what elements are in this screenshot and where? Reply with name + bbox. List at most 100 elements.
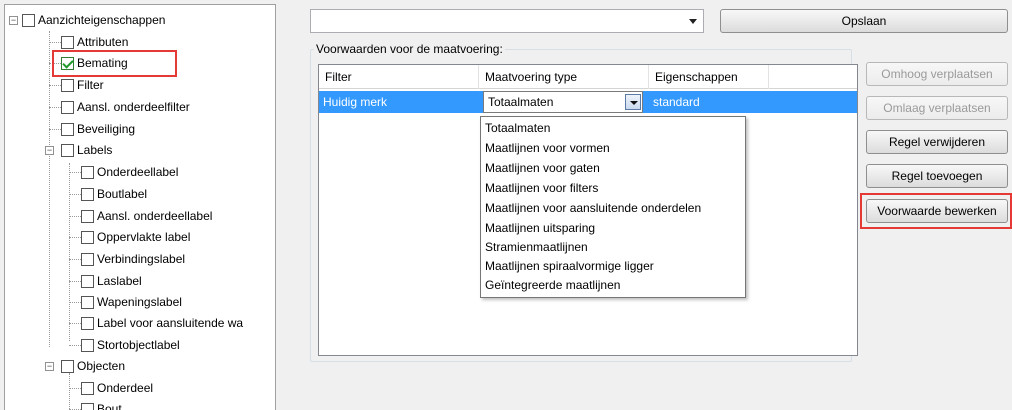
tree-node-label: Aansl. onderdeelfilter [77, 100, 190, 114]
checkbox-icon[interactable] [81, 165, 94, 179]
checkbox-icon[interactable] [81, 295, 94, 309]
dropdown-option[interactable]: Maatlijnen voor aansluitende onderdelen [481, 199, 745, 218]
checkbox-icon[interactable] [61, 359, 74, 373]
dropdown-arrow-icon[interactable] [625, 94, 641, 110]
grid-header: Filter Maatvoering type Eigenschappen [319, 65, 857, 89]
add-rule-button[interactable]: Regel toevoegen [866, 164, 1008, 188]
checkbox-icon[interactable] [81, 402, 94, 410]
tree-node-label: Labels [77, 143, 113, 157]
tree-node-bout[interactable]: Bout [81, 399, 122, 410]
tree-line [69, 302, 81, 303]
checkbox-icon[interactable] [61, 78, 74, 92]
chevron-down-icon[interactable] [689, 19, 697, 24]
tree-node-filter[interactable]: Filter [61, 75, 104, 95]
tree-node-label: Boutlabel [97, 187, 148, 201]
cell-properties[interactable]: standard [649, 91, 769, 113]
tree-node-aansl-onderdeelfilter[interactable]: Aansl. onderdeelfilter [61, 97, 190, 117]
tree-node-objecten[interactable]: Objecten [61, 356, 125, 376]
tree-line [49, 42, 61, 43]
tree-line [69, 237, 81, 238]
checkbox-icon[interactable] [81, 187, 94, 201]
dropdown-option[interactable]: Maatlijnen spiraalvormige ligger [481, 257, 745, 276]
dropdown-option[interactable]: Totaalmaten [481, 119, 745, 138]
tree-line [49, 31, 50, 347]
dropdown-option[interactable]: Maatlijnen uitsparing [481, 219, 745, 238]
conditions-group-title: Voorwaarden voor de maatvoering: [314, 42, 505, 56]
tree-node-label: Wapeningslabel [97, 295, 182, 309]
tree-node-labels[interactable]: Labels [61, 140, 112, 160]
tree-line [69, 172, 81, 173]
table-row[interactable]: Huidig merk Totaalmaten standard [319, 91, 857, 113]
tree-line [69, 345, 81, 346]
tree-line [69, 388, 81, 389]
tree-node-root[interactable]: Aanzichteigenschappen [22, 10, 165, 30]
tree-node-attributen[interactable]: Attributen [61, 32, 128, 52]
dropdown-option[interactable]: Maatlijnen voor filters [481, 179, 745, 198]
move-down-button[interactable]: Omlaag verplaatsen [866, 96, 1008, 120]
tree-line [69, 323, 81, 324]
tree-node-beveiliging[interactable]: Beveiliging [61, 119, 135, 139]
type-combo-value: Totaalmaten [488, 95, 554, 109]
tree-node-oppervlakte-label[interactable]: Oppervlakte label [81, 227, 190, 247]
tree-node-onderdeellabel[interactable]: Onderdeellabel [81, 162, 178, 182]
checkbox-icon[interactable] [81, 274, 94, 288]
checkbox-icon[interactable] [22, 13, 35, 27]
tree-node-onderdeel[interactable]: Onderdeel [81, 378, 153, 398]
tree-node-laslabel[interactable]: Laslabel [81, 271, 142, 291]
settings-combo[interactable] [310, 9, 704, 33]
collapse-icon[interactable]: − [9, 16, 18, 25]
tree-line [69, 194, 81, 195]
tree-node-label: Onderdeellabel [97, 165, 179, 179]
tree-line [69, 216, 81, 217]
type-dropdown-list[interactable]: Totaalmaten Maatlijnen voor vormen Maatl… [480, 116, 746, 298]
tree-line [69, 163, 70, 341]
cell-filter[interactable]: Huidig merk [319, 91, 479, 113]
tree-line [69, 373, 70, 410]
dropdown-option[interactable]: Maatlijnen voor gaten [481, 159, 745, 178]
tree-line [49, 85, 61, 86]
tree-node-label-aansluitende[interactable]: Label voor aansluitende wa [81, 313, 243, 333]
checkbox-icon[interactable] [81, 209, 94, 223]
dropdown-option[interactable]: Maatlijnen voor vormen [481, 139, 745, 158]
tree-node-stortobjectlabel[interactable]: Stortobjectlabel [81, 335, 180, 355]
checkbox-icon[interactable] [61, 35, 74, 49]
checkbox-icon[interactable] [61, 143, 74, 157]
collapse-icon[interactable]: − [45, 146, 54, 155]
checkbox-icon[interactable] [81, 381, 94, 395]
checkbox-icon[interactable] [61, 122, 74, 136]
tree-node-label: Beveiliging [77, 122, 136, 136]
tree-node-label: Onderdeel [97, 381, 154, 395]
tree-node-label: Aansl. onderdeellabel [97, 209, 213, 223]
column-header-properties[interactable]: Eigenschappen [649, 65, 769, 89]
tree-node-verbindingslabel[interactable]: Verbindingslabel [81, 249, 185, 269]
collapse-icon[interactable]: − [45, 362, 54, 371]
checkbox-icon[interactable] [81, 338, 94, 352]
tree-node-label: Label voor aansluitende wa [97, 316, 244, 330]
dropdown-option[interactable]: Stramienmaatlijnen [481, 238, 745, 257]
tree-line [69, 259, 81, 260]
column-header-filter[interactable]: Filter [319, 65, 479, 89]
tree-line [49, 129, 61, 130]
checkbox-icon[interactable] [81, 316, 94, 330]
tree-node-label: Oppervlakte label [97, 230, 191, 244]
delete-rule-button[interactable]: Regel verwijderen [866, 130, 1008, 154]
tree-node-label: Stortobjectlabel [97, 338, 180, 352]
highlight-box [52, 50, 177, 77]
dropdown-option[interactable]: Geïntegreerde maatlijnen [481, 276, 745, 295]
panel-splitter[interactable] [276, 0, 284, 410]
tree-node-label: Bout [97, 402, 122, 410]
tree-node-aansl-onderdeellabel[interactable]: Aansl. onderdeellabel [81, 206, 212, 226]
type-combo[interactable]: Totaalmaten [483, 91, 643, 113]
tree-node-boutlabel[interactable]: Boutlabel [81, 184, 147, 204]
tree-node-label: Objecten [77, 359, 126, 373]
save-button[interactable]: Opslaan [720, 9, 1008, 33]
tree-node-label: Aanzichteigenschappen [38, 13, 166, 27]
checkbox-icon[interactable] [61, 100, 74, 114]
column-header-type[interactable]: Maatvoering type [479, 65, 649, 89]
tree-line [69, 281, 81, 282]
properties-tree[interactable]: − Aanzichteigenschappen Attributen Bemat… [4, 4, 276, 410]
checkbox-icon[interactable] [81, 252, 94, 266]
checkbox-icon[interactable] [81, 230, 94, 244]
move-up-button[interactable]: Omhoog verplaatsen [866, 62, 1008, 86]
tree-node-wapeningslabel[interactable]: Wapeningslabel [81, 292, 182, 312]
